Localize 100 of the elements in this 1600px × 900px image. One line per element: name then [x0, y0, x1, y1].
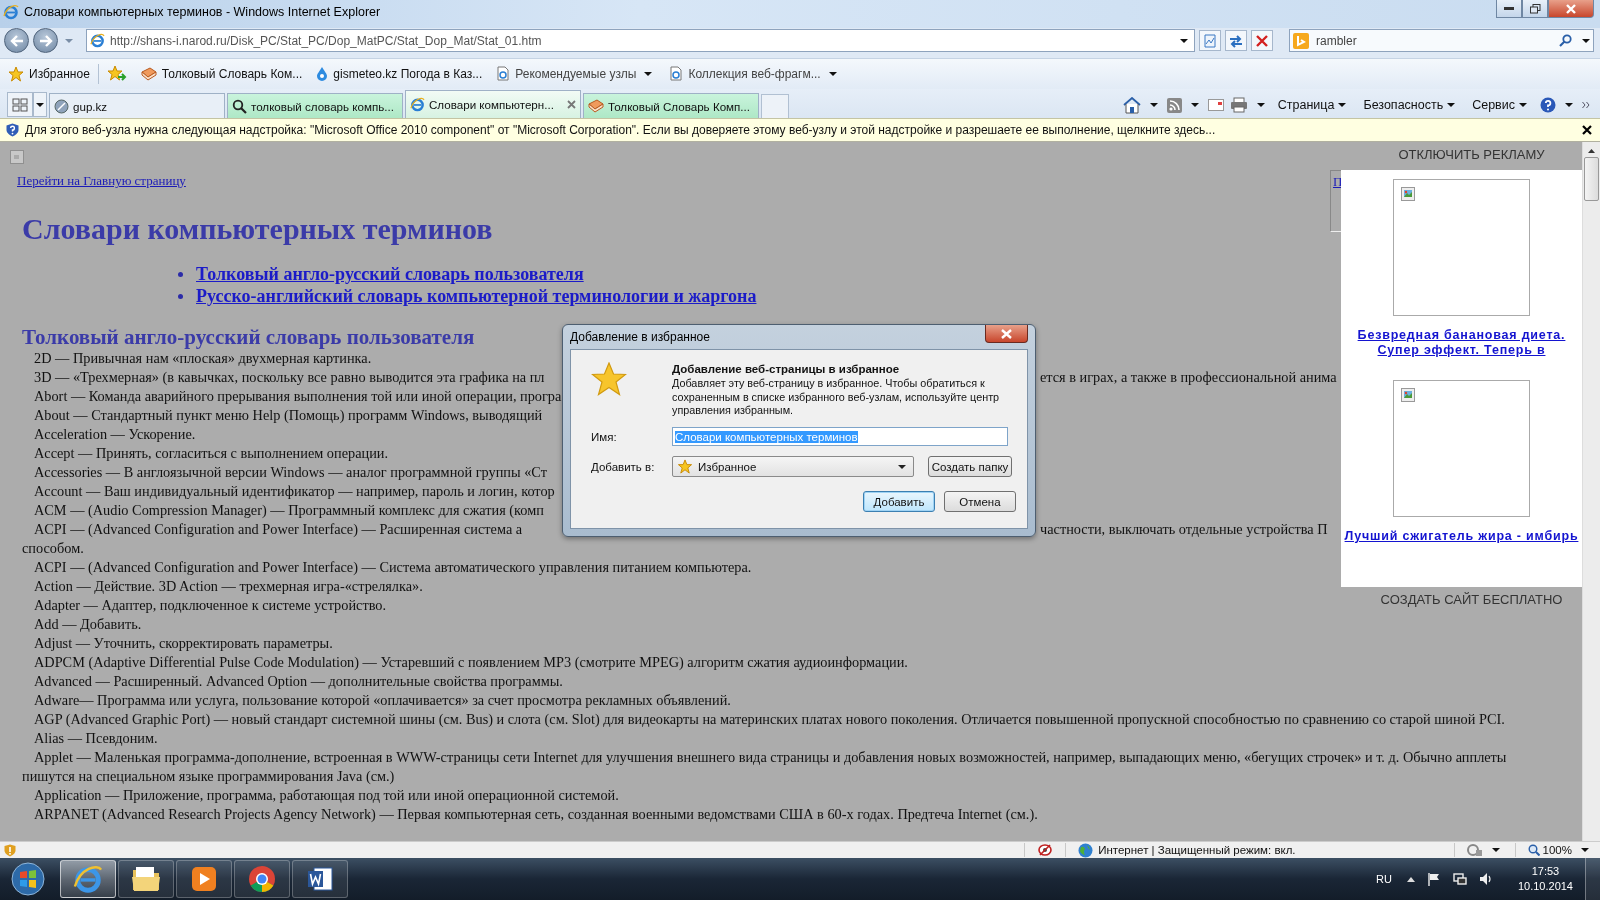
ad-link[interactable]: Безвредная банановая диета. Супер эффект. Теперь в [1357, 328, 1566, 359]
search-field[interactable]: rambler [1289, 29, 1594, 53]
caret-icon [1565, 103, 1573, 108]
mail-icon[interactable] [1207, 99, 1224, 112]
home-icon[interactable] [1122, 96, 1141, 114]
caret-icon [828, 71, 837, 76]
compatibility-button[interactable] [1199, 30, 1221, 52]
entry-text: Acceleration — Ускорение. [33, 425, 196, 445]
caret-icon [1190, 103, 1199, 108]
caret-icon [644, 71, 653, 76]
entry-text: Adapter — Адаптер, подключенное к системе устройство. [33, 596, 386, 616]
taskbar-app[interactable] [176, 860, 232, 898]
page-heading: Словари компьютерных терминов [22, 211, 493, 248]
browser-tab[interactable]: Словари компьютерн... [405, 90, 581, 119]
zoom-button[interactable]: 100% [1527, 844, 1572, 857]
back-button[interactable] [4, 28, 29, 54]
clock[interactable]: 17:53 10.10.2014 [1517, 864, 1573, 894]
caret-icon[interactable] [65, 38, 73, 43]
ad-link[interactable]: Лучший сжигатель жира - имбирь [1344, 529, 1579, 545]
command-menu[interactable]: Страница [1277, 98, 1350, 113]
printer-icon[interactable] [1229, 97, 1248, 114]
entry-text: Accessories — В англоязычной версии Windows — аналог программной группы «Ст [33, 463, 547, 483]
folder-dropdown[interactable]: Избранное [672, 456, 914, 478]
section-link[interactable]: Толковый англо-русский словарь пользователя [196, 263, 584, 285]
broken-image-icon [10, 150, 24, 165]
section-link[interactable]: Русско-английский словарь компьютерной терминологии и жаргона [196, 285, 757, 307]
refresh-icon [1228, 33, 1244, 48]
network-icon[interactable] [1452, 872, 1467, 886]
dialog-description: Добавляет эту веб-страницу в избранное. Чтобы обратиться к сохраненным в списке избранного веб-узлам, используйте центр управления избранным. [672, 377, 1001, 418]
caret-icon [36, 102, 44, 107]
dialog-button[interactable]: Добавить [863, 491, 935, 513]
tab-list-button[interactable] [33, 92, 47, 118]
favorite-link[interactable]: gismeteo.kz Погода в Каз... [316, 66, 483, 82]
quick-tabs-button[interactable] [7, 92, 33, 118]
show-hidden-icons-icon[interactable] [1406, 876, 1415, 882]
speaker-icon[interactable] [1478, 872, 1493, 886]
refresh-button[interactable] [1225, 30, 1247, 52]
dialog-button[interactable]: Отмена [944, 491, 1016, 513]
entry-text: Abort — Команда аварийного прерывания выполнения той или иной операции, програ [33, 387, 562, 407]
forward-button[interactable] [33, 28, 58, 54]
page-link[interactable]: П [1333, 174, 1343, 190]
command-menu[interactable]: Сервис [1472, 98, 1530, 113]
home-link[interactable]: Перейти на Главную страницу [17, 173, 186, 190]
folder-icon [131, 865, 161, 893]
taskbar-app[interactable] [234, 860, 290, 898]
start-orb-icon [11, 862, 45, 896]
flag-icon[interactable] [1426, 872, 1441, 886]
lock-gear-icon[interactable] [1466, 843, 1483, 858]
information-bar[interactable] [0, 118, 1600, 143]
taskbar-app[interactable] [118, 860, 174, 898]
disable-ads-link[interactable]: ОТКЛЮЧИТЬ РЕКЛАМУ [1398, 147, 1545, 171]
close-icon[interactable] [1582, 125, 1592, 136]
zoom-icon [1527, 844, 1540, 857]
broken-image-icon [1401, 388, 1415, 403]
entry-text: Account — Ваш индивидуальный идентификатор — например, пароль и логин, котор [33, 482, 555, 502]
scrollbar[interactable] [1582, 142, 1600, 842]
minimize-button[interactable] [1496, 0, 1522, 18]
favorite-link[interactable]: Толковый Словарь Ком... [140, 66, 303, 81]
scroll-thumb[interactable] [1584, 157, 1599, 202]
close-button[interactable] [1548, 0, 1594, 18]
page-icon [669, 66, 684, 82]
taskbar-app[interactable] [292, 860, 348, 898]
dialog-title: Добавление в избранное [570, 330, 710, 345]
browser-tab[interactable]: gup.kz [49, 93, 225, 119]
command-menu[interactable]: Безопасность [1363, 98, 1459, 113]
add-favorite-icon[interactable] [106, 64, 127, 83]
bullet [178, 293, 183, 299]
chevron-icon[interactable] [1582, 101, 1590, 110]
information-bar-text: Для этого веб-узла нужна следующая надстройка: "Microsoft Office 2010 component" от "Microsoft Corporation". Если вы доверяете этому веб-узлу и этой надстройке и разрешаете ее выполнение, щелкните здесь... [25, 123, 1216, 138]
favorites-button[interactable]: Избранное [8, 65, 90, 82]
entry-text: 3D — «Трехмерная» (в кавычках, поскольку все равно выводится эта графика на пл [34, 369, 545, 386]
taskbar-app[interactable] [60, 860, 116, 898]
favorite-link[interactable]: Коллекция веб-фрагм... [669, 66, 840, 82]
address-field[interactable]: http://shans-i.narod.ru/Disk_PC/Stat_PC/Dop_MatPC/Stat_Dop_Mat/Stat_01.htm [86, 29, 1195, 53]
close-button[interactable] [985, 325, 1028, 344]
url-text: http://shans-i.narod.ru/Disk_PC/Stat_PC/Dop_MatPC/Stat_Dop_Mat/Stat_01.htm [110, 33, 542, 48]
shield-icon [6, 123, 19, 138]
browser-tab[interactable]: Толковый Словарь Комп... [583, 93, 759, 119]
show-desktop-button[interactable] [1585, 858, 1600, 900]
create-site-link[interactable]: СОЗДАТЬ САЙТ БЕСПЛАТНО [1380, 592, 1563, 616]
new-folder-button[interactable]: Создать папку [928, 456, 1012, 478]
entry-text: ADPCM (Adaptive Differential Pulse Code Modulation) — Устаревший с появлением MP3 (смотрите MPEG) алгоритм сжатия аудиоинформации. [33, 653, 908, 673]
window-title: Словари компьютерных терминов - Windows Internet Explorer [24, 5, 381, 19]
blocked-eye-icon[interactable] [1037, 843, 1054, 858]
water-drop-icon [316, 66, 329, 82]
browser-logo-icon [410, 97, 425, 113]
maximize-button[interactable] [1522, 0, 1548, 18]
search-icon[interactable] [1559, 34, 1572, 48]
stop-button[interactable] [1251, 30, 1273, 52]
language-indicator[interactable]: RU [1376, 873, 1392, 885]
entry-text: Add — Добавить. [33, 615, 142, 635]
close-icon [1001, 328, 1012, 339]
globe-icon [54, 98, 69, 114]
security-zone[interactable]: Интернет | Защищенный режим: вкл. [1078, 842, 1296, 858]
browser-tab[interactable]: толковый словарь компь... [227, 93, 403, 119]
help-icon[interactable] [1540, 97, 1556, 114]
favorite-link[interactable]: Рекомендуемые узлы [496, 66, 656, 82]
close-tab-icon[interactable] [567, 100, 576, 110]
feed-icon[interactable] [1166, 97, 1182, 113]
grid-icon [12, 97, 28, 112]
